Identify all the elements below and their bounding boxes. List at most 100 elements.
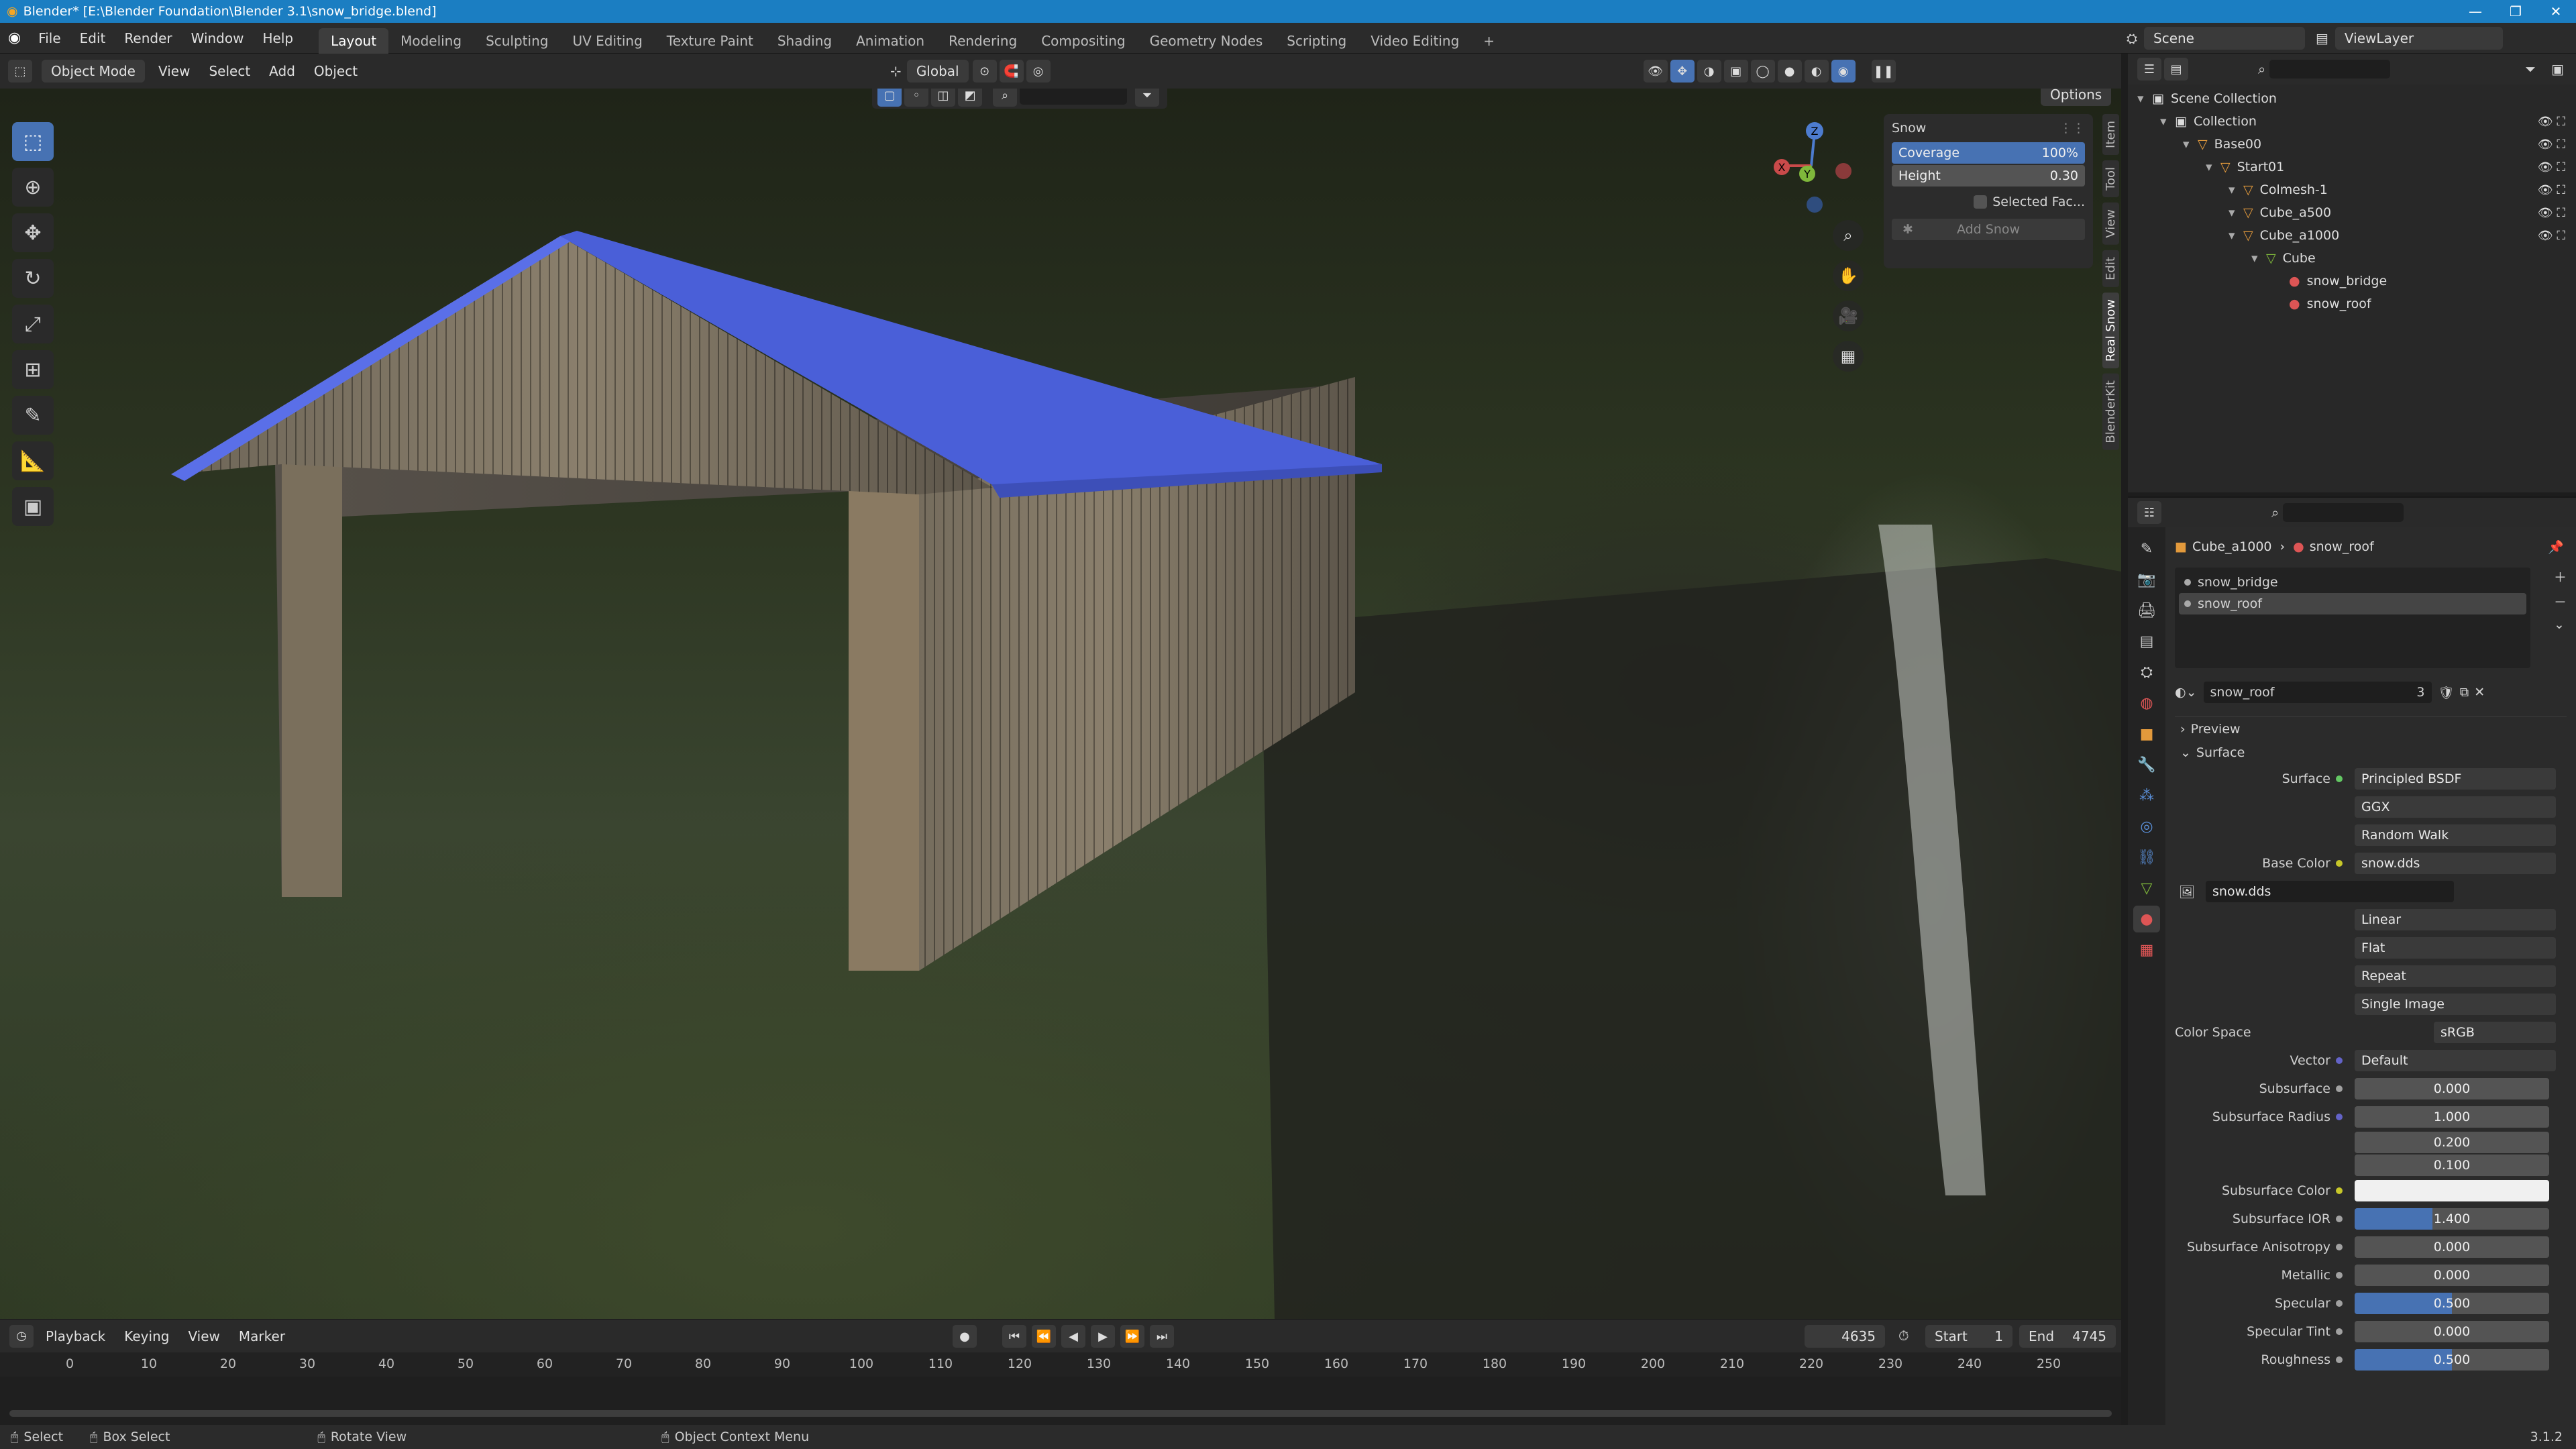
- expand-chevron-icon[interactable]: ▾: [2229, 205, 2243, 220]
- snow-panel-title[interactable]: Snow: [1892, 121, 1926, 136]
- pan-hand-icon[interactable]: ✋: [1833, 260, 1864, 291]
- selected-faces-checkbox[interactable]: Selected Fac...: [1892, 195, 2085, 209]
- material-name-field[interactable]: snow_roof 3: [2203, 682, 2432, 703]
- menu-window[interactable]: Window: [182, 23, 254, 54]
- image-name-field[interactable]: snow.dds: [2206, 881, 2454, 902]
- projection-dropdown[interactable]: Flat: [2355, 937, 2556, 959]
- play-reverse-icon[interactable]: ◀: [1061, 1325, 1085, 1348]
- timeline-menu-playback[interactable]: Playback: [36, 1319, 115, 1354]
- tab-texture-paint[interactable]: Texture Paint: [655, 28, 765, 54]
- render-tab-icon[interactable]: 📷: [2133, 566, 2160, 593]
- coverage-slider[interactable]: Coverage 100%: [1892, 142, 2085, 164]
- visibility-eye-icon[interactable]: 👁 ⛶: [2538, 229, 2565, 243]
- tab-layout[interactable]: Layout: [319, 28, 389, 54]
- rotate-tool-icon[interactable]: ↻: [12, 259, 54, 298]
- remove-slot-icon[interactable]: －: [2554, 592, 2567, 610]
- annotate-tool-icon[interactable]: ✎: [12, 396, 54, 435]
- material-tab-icon[interactable]: ●: [2133, 906, 2160, 932]
- viewport-menu-select[interactable]: Select: [199, 54, 260, 89]
- visibility-eye-icon[interactable]: 👁 ⛶: [2538, 160, 2565, 174]
- expand-chevron-icon[interactable]: ▾: [2251, 251, 2266, 266]
- expand-chevron-icon[interactable]: ▾: [2160, 114, 2175, 129]
- filter-icon[interactable]: ⏷: [1135, 89, 1159, 107]
- outliner-row[interactable]: ▾ ▣ Scene Collection: [2128, 87, 2576, 110]
- axis-gizmo-icon[interactable]: Z X Y: [1764, 119, 1858, 213]
- vertex-icon[interactable]: ◦: [904, 89, 928, 107]
- interpolation-dropdown[interactable]: Linear: [2355, 909, 2556, 930]
- vector-field[interactable]: Default: [2355, 1050, 2556, 1071]
- tab-real-snow[interactable]: Real Snow: [2102, 292, 2119, 368]
- roughness-slider[interactable]: 0.500: [2355, 1349, 2549, 1371]
- view-layer-tab-icon[interactable]: ▤: [2133, 628, 2160, 655]
- tab-sculpting[interactable]: Sculpting: [474, 28, 560, 54]
- menu-edit[interactable]: Edit: [70, 23, 115, 54]
- tab-view[interactable]: View: [2102, 202, 2119, 245]
- ortho-grid-icon[interactable]: ▦: [1833, 341, 1864, 372]
- material-shading-icon[interactable]: ◐: [1804, 60, 1829, 83]
- outliner-row[interactable]: ▾ ▣ Collection 👁 ⛶: [2128, 110, 2576, 133]
- outliner-row[interactable]: ● snow_bridge: [2128, 270, 2576, 292]
- distribution-dropdown[interactable]: GGX: [2355, 796, 2556, 818]
- timeline-menu-view[interactable]: View: [178, 1319, 229, 1354]
- surface-panel[interactable]: ⌄ Surface: [2175, 741, 2567, 765]
- rendered-shading-icon[interactable]: ◉: [1831, 60, 1856, 83]
- subsurface-method-dropdown[interactable]: Random Walk: [2355, 824, 2556, 846]
- select-box-tool-icon[interactable]: ⬚: [12, 122, 54, 161]
- new-collection-icon[interactable]: ▣: [2551, 61, 2564, 77]
- unlink-material-icon[interactable]: ✕: [2474, 685, 2485, 700]
- physics-tab-icon[interactable]: ◎: [2133, 813, 2160, 840]
- preview-panel[interactable]: › Preview: [2175, 716, 2567, 741]
- image-browse-icon[interactable]: 🖼: [2179, 884, 2206, 900]
- modifier-tab-icon[interactable]: 🔧: [2133, 751, 2160, 778]
- start-frame-field[interactable]: Start 1: [1925, 1325, 2012, 1348]
- outliner-filter-icon[interactable]: ⏷: [2525, 61, 2536, 77]
- material-browse-icon[interactable]: ◐⌄: [2175, 685, 2197, 700]
- tab-edit[interactable]: Edit: [2102, 250, 2119, 287]
- anisotropy-field[interactable]: 0.000: [2355, 1236, 2549, 1258]
- tab-animation[interactable]: Animation: [844, 28, 936, 54]
- select-mode-icon[interactable]: ▢: [877, 89, 902, 107]
- pin-icon[interactable]: 📌: [2548, 539, 2564, 555]
- fake-user-icon[interactable]: 🛡: [2438, 685, 2455, 700]
- stopwatch-icon[interactable]: ⏱: [1898, 1328, 1909, 1344]
- play-icon[interactable]: ▶: [1091, 1325, 1115, 1348]
- outliner-row[interactable]: ▾ ▽ Cube_a1000 👁 ⛶: [2128, 224, 2576, 247]
- jump-start-icon[interactable]: ⏮: [1002, 1325, 1026, 1348]
- blender-menu-icon[interactable]: ◉: [0, 30, 29, 46]
- visibility-eye-icon[interactable]: 👁 ⛶: [2538, 115, 2565, 129]
- navigation-gizmo[interactable]: Z X Y: [1764, 119, 1858, 213]
- visibility-eye-icon[interactable]: 👁 ⛶: [2538, 183, 2565, 197]
- snap-icon[interactable]: 🧲: [999, 60, 1024, 83]
- texture-tab-icon[interactable]: ▦: [2133, 936, 2160, 963]
- radius-g-field[interactable]: 0.200: [2355, 1132, 2549, 1153]
- viewport-search-input[interactable]: [1020, 89, 1127, 105]
- transform-orientation[interactable]: Global: [906, 60, 969, 83]
- timeline-scrollbar[interactable]: [9, 1410, 2112, 1417]
- overlay-icon[interactable]: ◑: [1697, 60, 1721, 83]
- display-mode-icon[interactable]: ▤: [2164, 58, 2188, 80]
- 3d-viewport[interactable]: ⬚ ⊕ ✥ ↻ ⤢ ⊞ ✎ 📐 ▣ ▢ ◦ ◫ ◩ ⌕ ⏷ Options Z …: [0, 89, 2121, 1319]
- minimize-icon[interactable]: —: [2455, 0, 2496, 23]
- jump-end-icon[interactable]: ⏭: [1150, 1325, 1174, 1348]
- outliner-row[interactable]: ▾ ▽ Cube: [2128, 247, 2576, 270]
- prev-keyframe-icon[interactable]: ⏪: [1032, 1325, 1056, 1348]
- timeline-ruler[interactable]: 0 10 20 30 40 50 60 70 80 90 100 110 120 130 140 150 160…: [0, 1352, 2121, 1377]
- tab-item[interactable]: Item: [2102, 114, 2119, 155]
- close-icon[interactable]: ✕: [2536, 0, 2576, 23]
- maximize-icon[interactable]: ❐: [2496, 0, 2536, 23]
- expand-chevron-icon[interactable]: ▾: [2183, 137, 2198, 152]
- record-icon[interactable]: ●: [953, 1325, 977, 1348]
- properties-editor-icon[interactable]: ☷: [2137, 501, 2161, 524]
- proportional-edit-icon[interactable]: ◎: [1026, 60, 1051, 83]
- add-snow-button[interactable]: ✱ Add Snow: [1892, 219, 2085, 240]
- menu-help[interactable]: Help: [253, 23, 303, 54]
- wireframe-shading-icon[interactable]: ◯: [1750, 60, 1775, 83]
- extension-dropdown[interactable]: Repeat: [2355, 965, 2556, 987]
- pivot-icon[interactable]: ⊙: [972, 60, 997, 83]
- pause-render-icon[interactable]: ❚❚: [1871, 60, 1896, 83]
- metallic-field[interactable]: 0.000: [2355, 1265, 2549, 1286]
- subsurface-ior-slider[interactable]: 1.400: [2355, 1208, 2549, 1230]
- tab-modeling[interactable]: Modeling: [388, 28, 474, 54]
- add-workspace-button[interactable]: +: [1471, 28, 1507, 54]
- tab-compositing[interactable]: Compositing: [1029, 28, 1137, 54]
